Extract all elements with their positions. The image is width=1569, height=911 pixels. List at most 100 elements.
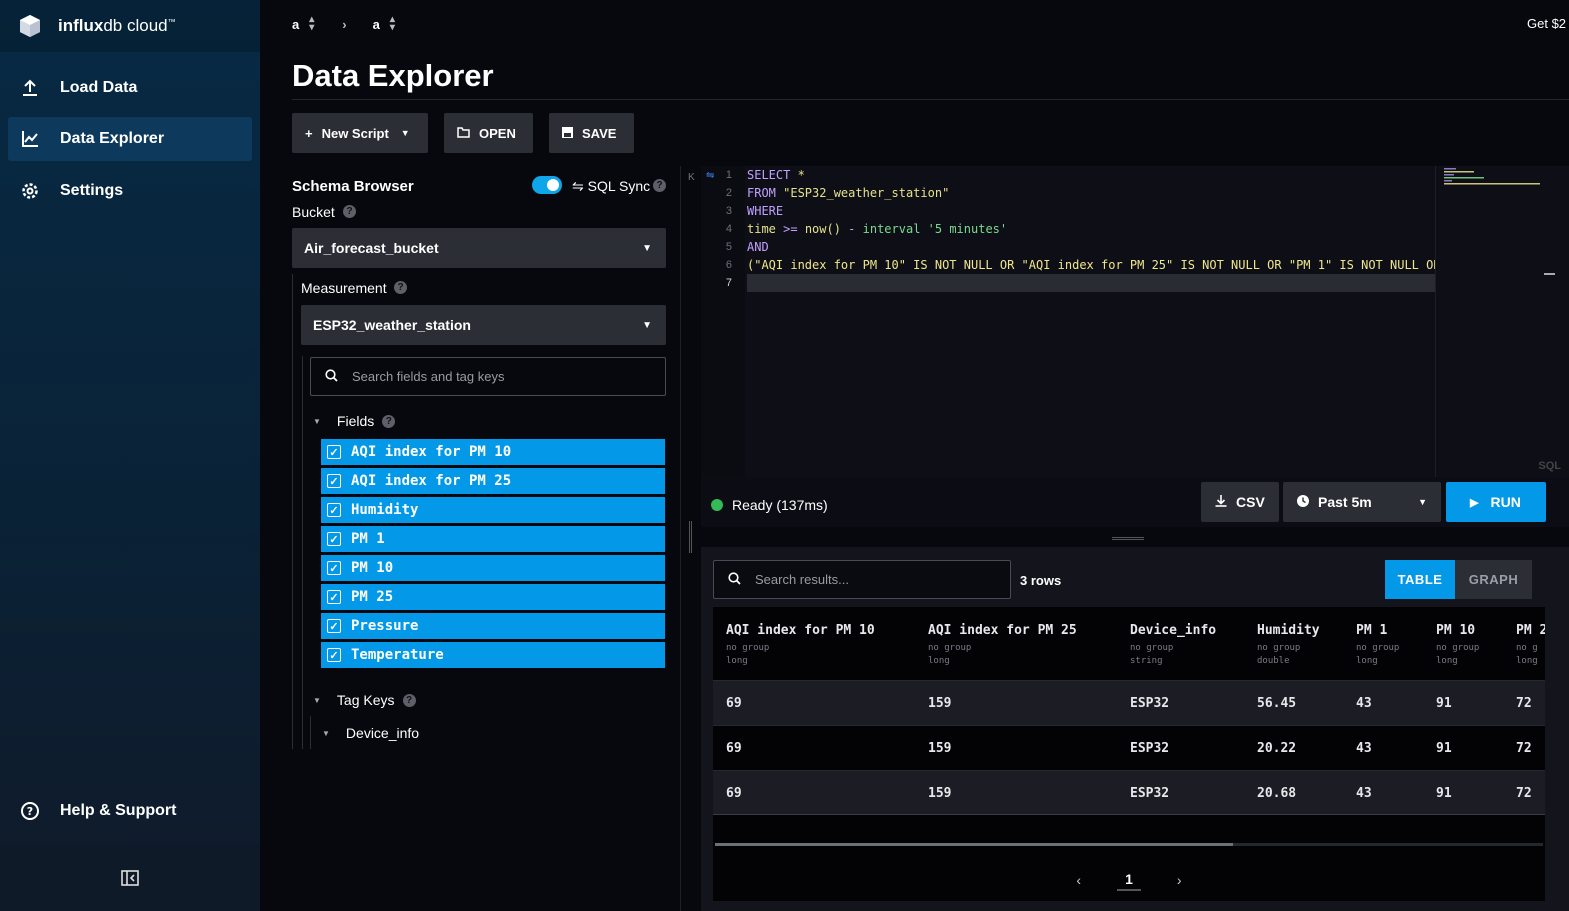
column-header[interactable]: PM 2 no g long [1516,623,1545,668]
time-range-dropdown[interactable]: Past 5m ▼ [1283,482,1441,522]
checkbox-checked-icon[interactable]: ✓ [327,503,341,517]
prev-page-icon[interactable]: ‹ [1076,872,1081,888]
influxdb-cube-icon [20,15,40,37]
table-cell: ESP32 [1130,786,1170,801]
graph-icon [20,129,40,149]
sync-label-text: SQL Sync [587,178,651,194]
field-item[interactable]: ✓ Pressure [321,613,665,639]
measurement-dropdown[interactable]: ESP32_weather_station ▼ [301,305,666,345]
code-line: FROM "ESP32_weather_station" [747,184,949,202]
column-header[interactable]: AQI index for PM 10 no group long [726,623,875,668]
table-view-toggle[interactable]: TABLE [1385,560,1455,599]
column-type: long [928,656,950,666]
checkbox-checked-icon[interactable]: ✓ [327,561,341,575]
column-header[interactable]: PM 1 no group long [1356,623,1399,668]
download-icon [1215,494,1227,510]
field-search-input[interactable]: Search fields and tag keys [310,357,666,396]
tag-key-label: Device_info [345,725,420,741]
plus-icon: + [305,125,313,141]
nav-data-explorer[interactable]: Data Explorer [8,117,252,161]
checkbox-checked-icon[interactable]: ✓ [327,648,341,662]
code-line: time >= now() - interval '5 minutes' [747,220,1007,238]
column-name: Humidity [1257,623,1320,638]
page-number[interactable]: 1 [1117,869,1141,891]
fields-toggle[interactable]: ▼ Fields ? [313,413,396,429]
column-header[interactable]: Humidity no group double [1257,623,1320,668]
checkbox-checked-icon[interactable]: ✓ [327,590,341,604]
help-icon[interactable]: ? [343,205,356,218]
sync-arrows-icon: ⇋ [572,178,588,194]
gear-icon [20,181,40,201]
resize-handle[interactable] [1112,537,1144,540]
column-name: PM 1 [1356,623,1388,638]
caret-down-icon: ▼ [313,416,321,426]
nav-settings[interactable]: Settings [8,169,252,213]
sql-editor[interactable]: ⇋ 1 2 3 4 5 6 7 SELECT * FROM "ESP32_wea… [701,166,1569,477]
bucket-label: Bucket [292,204,335,220]
checkbox-checked-icon[interactable]: ✓ [327,445,341,459]
field-item[interactable]: ✓ Temperature [321,642,665,668]
table-cell: 72 [1516,741,1532,756]
sql-sync-toggle[interactable] [532,176,562,194]
field-item[interactable]: ✓ PM 1 [321,526,665,552]
column-header[interactable]: AQI index for PM 25 no group long [928,623,1077,668]
caret-down-icon: ▼ [642,319,652,331]
run-button[interactable]: ▶ RUN [1446,482,1546,522]
collapse-panel-icon[interactable]: K [688,172,695,183]
checkbox-checked-icon[interactable]: ✓ [327,619,341,633]
csv-download-button[interactable]: CSV [1201,482,1279,522]
bucket-switcher[interactable]: a ▴ ▾ [373,15,395,33]
org-switcher[interactable]: a ▴ ▾ [292,15,314,33]
bucket-dropdown[interactable]: Air_forecast_bucket ▼ [292,228,666,268]
help-icon[interactable]: ? [382,414,396,428]
checkbox-checked-icon[interactable]: ✓ [327,532,341,546]
checkbox-checked-icon[interactable]: ✓ [327,474,341,488]
nav-help-support[interactable]: ? Help & Support [8,789,252,833]
time-range-content: Past 5m [1297,494,1372,510]
column-type: long [1516,656,1538,666]
svg-text:?: ? [27,805,33,818]
save-button[interactable]: SAVE [549,113,634,153]
help-icon[interactable]: ? [394,281,407,294]
promo-link[interactable]: Get $2 [1527,16,1569,31]
field-item[interactable]: ✓ Humidity [321,497,665,523]
field-label: PM 10 [351,560,394,576]
new-script-button[interactable]: + New Script ▼ [292,113,428,153]
brand[interactable]: influxdb cloud™ [0,0,260,52]
table-cell: 72 [1516,696,1532,711]
resize-handle[interactable] [689,521,692,553]
chevron-right-icon: › [342,16,347,32]
editor-minimap[interactable] [1435,166,1569,477]
results-search-input[interactable]: Search results... [713,560,1011,599]
help-icon[interactable]: ? [653,179,666,192]
column-header[interactable]: PM 10 no group long [1436,623,1479,668]
field-item[interactable]: ✓ AQI index for PM 25 [321,468,665,494]
nav-label: Help & Support [60,802,177,819]
field-item[interactable]: ✓ PM 25 [321,584,665,610]
page-title: Data Explorer [292,58,494,93]
field-item[interactable]: ✓ AQI index for PM 10 [321,439,665,465]
table-cell: 43 [1356,786,1372,801]
help-icon[interactable]: ? [402,693,416,707]
tag-keys-toggle[interactable]: ▼ Tag Keys ? [313,692,416,708]
sql-sync-label: ⇋ SQL Sync [572,178,650,195]
code-token: now() [804,222,841,236]
field-label: Humidity [351,502,419,518]
button-label: SAVE [582,125,617,141]
field-item[interactable]: ✓ PM 10 [321,555,665,581]
code-token: "ESP32_weather_station" [783,186,950,200]
toggle-knob [547,179,559,191]
open-button[interactable]: OPEN [444,113,533,153]
graph-view-toggle[interactable]: GRAPH [1455,560,1532,599]
table-cell: 43 [1356,696,1372,711]
collapse-sidebar-icon[interactable] [121,870,139,886]
code-token: FROM [747,186,784,200]
next-page-icon[interactable]: › [1177,872,1182,888]
table-cell: 91 [1436,696,1452,711]
code-token: AND [747,240,769,254]
nav-load-data[interactable]: Load Data [8,66,252,110]
sidebar: influxdb cloud™ Load Data Data Explorer … [0,0,260,911]
scrollbar-thumb[interactable] [715,843,1233,846]
column-header[interactable]: Device_info no group string [1130,623,1216,668]
tag-key-item[interactable]: ▼ Device_info [322,725,419,741]
